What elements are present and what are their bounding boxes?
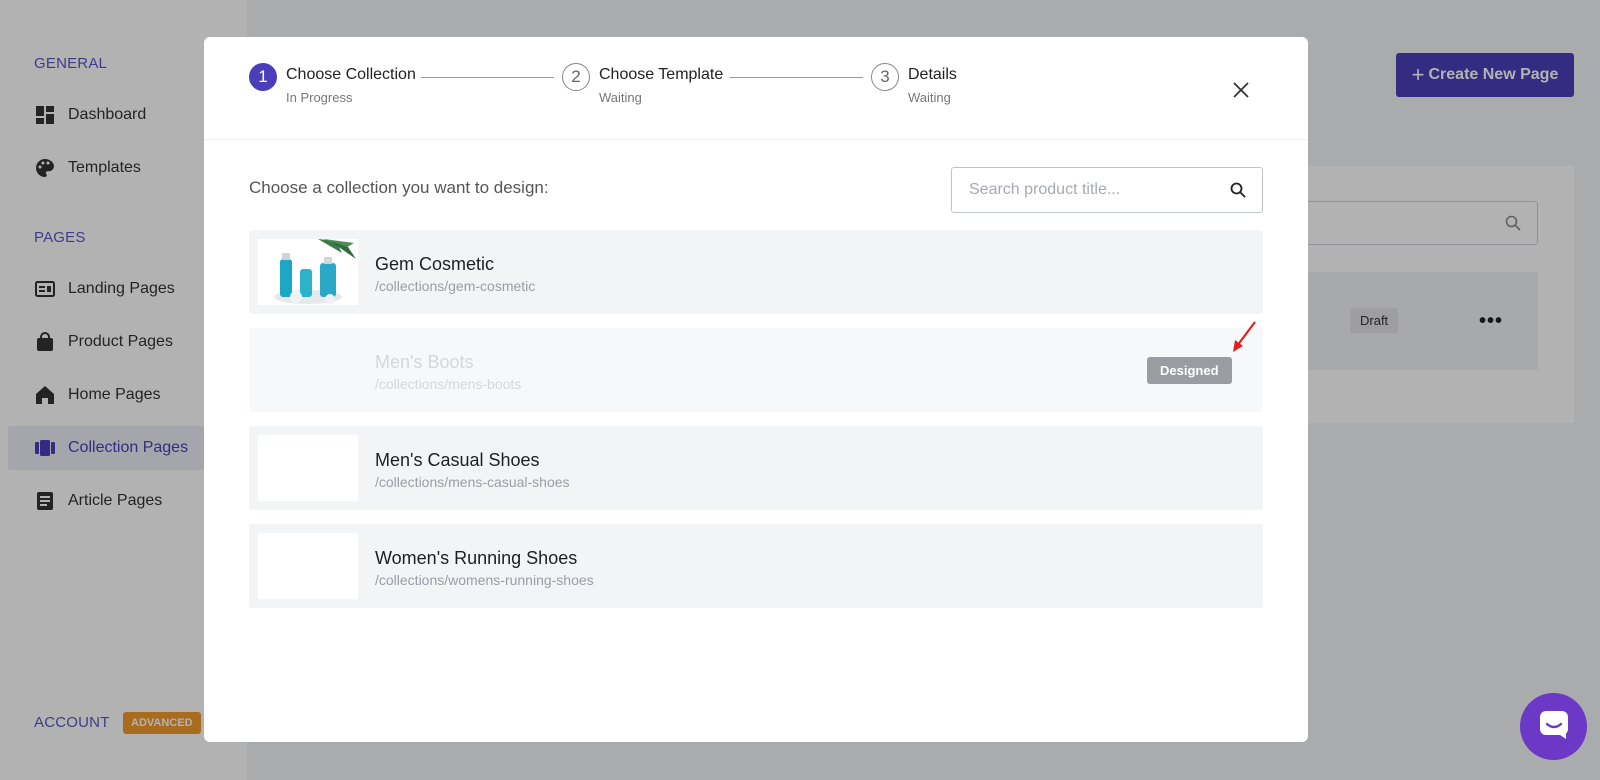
collection-thumbnail bbox=[258, 239, 358, 305]
collection-item-mens-casual-shoes[interactable]: Men's Casual Shoes /collections/mens-cas… bbox=[249, 426, 1263, 510]
step-title: Choose Collection bbox=[286, 66, 416, 83]
choose-collection-modal: 1 Choose Collection In Progress 2 Choose… bbox=[204, 37, 1308, 742]
step-connector bbox=[730, 77, 863, 78]
step-status: In Progress bbox=[286, 90, 353, 105]
collection-item-mens-boots: Men's Boots /collections/mens-boots Desi… bbox=[249, 328, 1263, 412]
chat-icon bbox=[1538, 709, 1570, 744]
search-icon[interactable] bbox=[1230, 182, 1246, 203]
collection-thumbnail bbox=[258, 533, 358, 599]
step-status: Waiting bbox=[908, 90, 951, 105]
step-number: 1 bbox=[249, 63, 277, 91]
step-details: 3 Details Waiting bbox=[871, 63, 957, 105]
collection-path: /collections/gem-cosmetic bbox=[375, 278, 536, 294]
step-number: 2 bbox=[562, 63, 590, 91]
collection-item-womens-running-shoes[interactable]: Women's Running Shoes /collections/women… bbox=[249, 524, 1263, 608]
step-connector bbox=[421, 77, 554, 78]
collection-prompt: Choose a collection you want to design: bbox=[249, 178, 549, 197]
collection-name: Men's Casual Shoes bbox=[375, 450, 540, 470]
collection-name: Men's Boots bbox=[375, 352, 474, 372]
search-input[interactable] bbox=[952, 168, 1222, 212]
collection-path: /collections/mens-casual-shoes bbox=[375, 474, 570, 490]
step-title: Choose Template bbox=[599, 66, 724, 83]
collection-name: Gem Cosmetic bbox=[375, 254, 495, 274]
step-title: Details bbox=[908, 66, 957, 83]
step-choose-collection: 1 Choose Collection In Progress bbox=[249, 63, 416, 105]
step-status: Waiting bbox=[599, 90, 642, 105]
collection-thumbnail bbox=[258, 435, 358, 501]
collection-path: /collections/womens-running-shoes bbox=[375, 572, 594, 588]
collection-item-gem-cosmetic[interactable]: Gem Cosmetic /collections/gem-cosmetic bbox=[249, 230, 1263, 314]
chat-launcher-button[interactable] bbox=[1520, 693, 1587, 760]
stepper: 1 Choose Collection In Progress 2 Choose… bbox=[204, 37, 1308, 140]
collection-name: Women's Running Shoes bbox=[375, 548, 578, 568]
annotation-arrow-icon bbox=[1229, 320, 1259, 359]
designed-badge: Designed bbox=[1147, 357, 1232, 384]
product-search bbox=[951, 167, 1263, 213]
close-icon[interactable] bbox=[1230, 79, 1252, 101]
step-choose-template: 2 Choose Template Waiting bbox=[562, 63, 723, 105]
collection-thumbnail bbox=[258, 337, 358, 403]
step-number: 3 bbox=[871, 63, 899, 91]
collection-path: /collections/mens-boots bbox=[375, 376, 522, 392]
